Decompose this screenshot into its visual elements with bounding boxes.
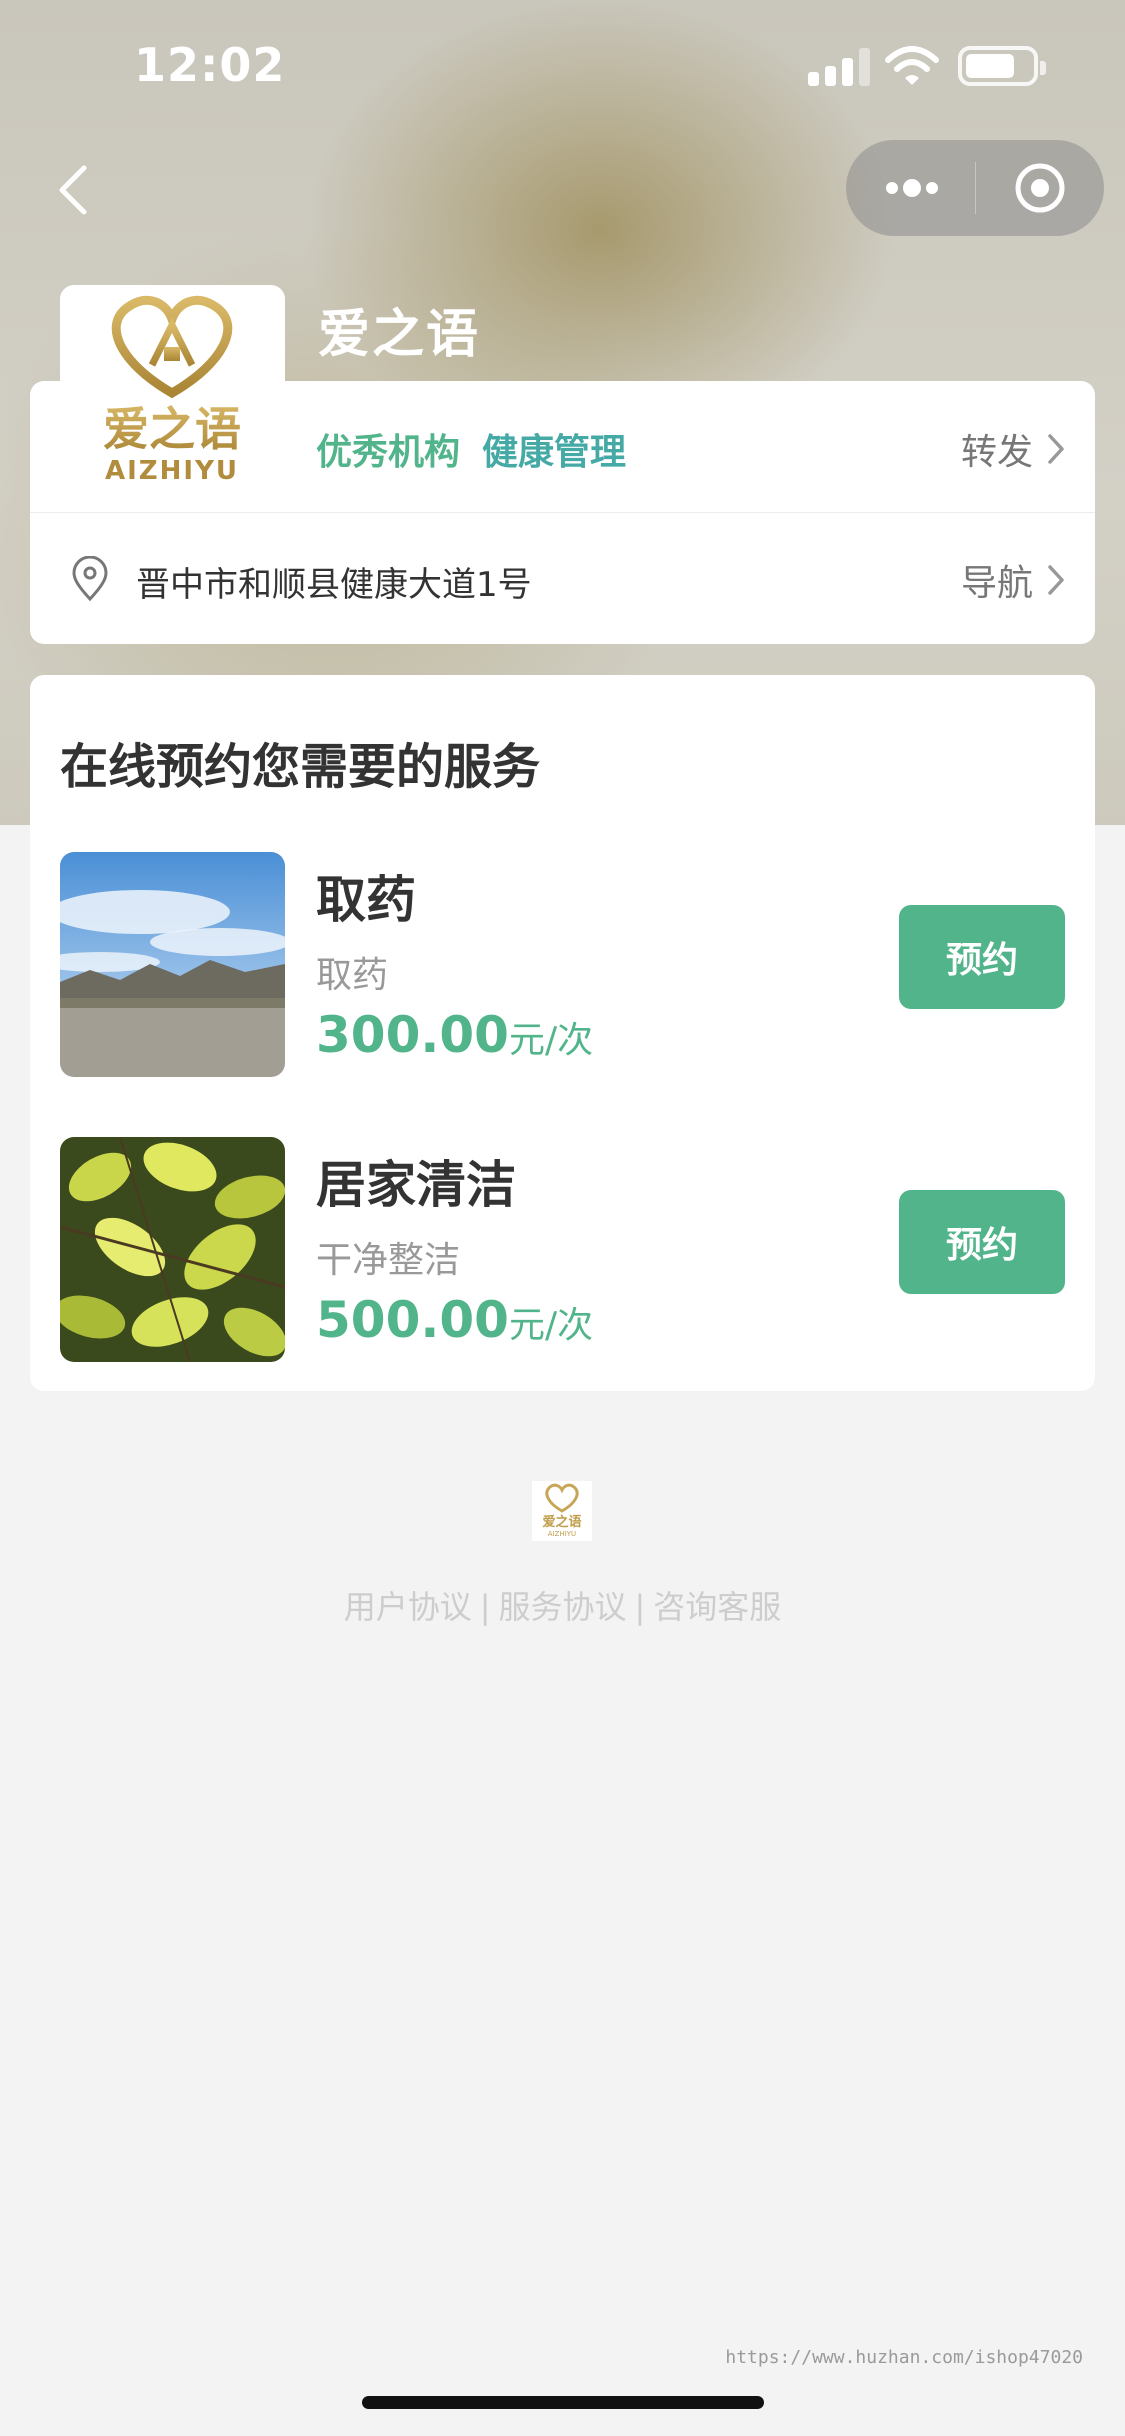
tag-excellent-institution: 优秀机构 <box>316 432 461 473</box>
home-indicator[interactable] <box>362 2396 764 2409</box>
service-price: 500.00元/次 <box>316 1291 593 1349</box>
more-options-icon[interactable] <box>882 168 942 208</box>
battery-icon <box>958 46 1046 86</box>
service-image-mountain <box>60 852 285 1077</box>
watermark-text: https://www.huzhan.com/ishop47020 <box>725 2347 1083 2368</box>
chevron-right-icon <box>1048 565 1064 595</box>
price-unit: 元/次 <box>508 1020 594 1061</box>
status-time: 12:02 <box>134 38 286 92</box>
service-price: 300.00元/次 <box>316 1006 593 1064</box>
customer-service-link[interactable]: 咨询客服 <box>653 1588 781 1626</box>
book-button[interactable]: 预约 <box>899 1190 1065 1294</box>
separator: | <box>479 1588 491 1626</box>
logo-latin-text: AIZHIYU <box>105 456 239 486</box>
services-title: 在线预约您需要的服务 <box>60 739 541 795</box>
logo-chinese-text: 爱之语 <box>103 402 241 456</box>
service-desc: 取药 <box>316 955 389 996</box>
book-button[interactable]: 预约 <box>899 905 1065 1009</box>
services-card: 在线预约您需要的服务 取药 取药 300.00元/次 预约 居家清洁 干净整洁 … <box>30 675 1095 1391</box>
footer-links: 用户协议 | 服务协议 | 咨询客服 <box>0 1582 1125 1628</box>
share-button[interactable]: 转发 <box>961 423 1065 475</box>
miniprogram-capsule <box>846 140 1104 236</box>
footer-logo: 爱之语 AIZHIYU <box>532 1481 592 1541</box>
service-image-leaves <box>60 1137 285 1362</box>
service-name: 居家清洁 <box>316 1156 516 1214</box>
price-value: 300.00 <box>316 1006 509 1064</box>
navigate-label: 导航 <box>960 563 1033 604</box>
service-item-medicine[interactable]: 取药 取药 300.00元/次 预约 <box>30 852 1095 1077</box>
address-row[interactable]: 晋中市和顺县健康大道1号 导航 <box>30 512 1095 644</box>
separator: | <box>634 1588 646 1626</box>
svg-text:爱之语: 爱之语 <box>542 1514 581 1530</box>
service-agreement-link[interactable]: 服务协议 <box>498 1588 626 1626</box>
service-name: 取药 <box>316 871 416 929</box>
cellular-signal-icon <box>808 48 872 86</box>
service-desc: 干净整洁 <box>316 1240 461 1281</box>
store-tags: 优秀机构 健康管理 <box>316 423 626 475</box>
store-address: 晋中市和顺县健康大道1号 <box>136 565 532 605</box>
status-bar: 12:02 <box>0 0 1125 132</box>
store-logo: 爱之语 AIZHIYU <box>60 285 285 510</box>
store-name: 爱之语 <box>318 305 481 365</box>
share-label: 转发 <box>960 432 1033 473</box>
svg-text:AIZHIYU: AIZHIYU <box>548 1530 576 1538</box>
back-arrow-icon[interactable] <box>50 160 100 220</box>
navigate-button[interactable]: 导航 <box>961 554 1065 606</box>
wifi-icon <box>885 46 939 85</box>
service-item-cleaning[interactable]: 居家清洁 干净整洁 500.00元/次 预约 <box>30 1137 1095 1362</box>
price-unit: 元/次 <box>508 1305 594 1346</box>
price-value: 500.00 <box>316 1291 509 1349</box>
user-agreement-link[interactable]: 用户协议 <box>344 1588 472 1626</box>
chevron-right-icon <box>1048 434 1064 464</box>
logo-heart-icon: 爱之语 AIZHIYU <box>103 295 241 486</box>
location-pin-icon <box>72 556 108 602</box>
close-miniprogram-icon[interactable] <box>1014 162 1066 214</box>
tag-health-management: 健康管理 <box>482 432 627 473</box>
